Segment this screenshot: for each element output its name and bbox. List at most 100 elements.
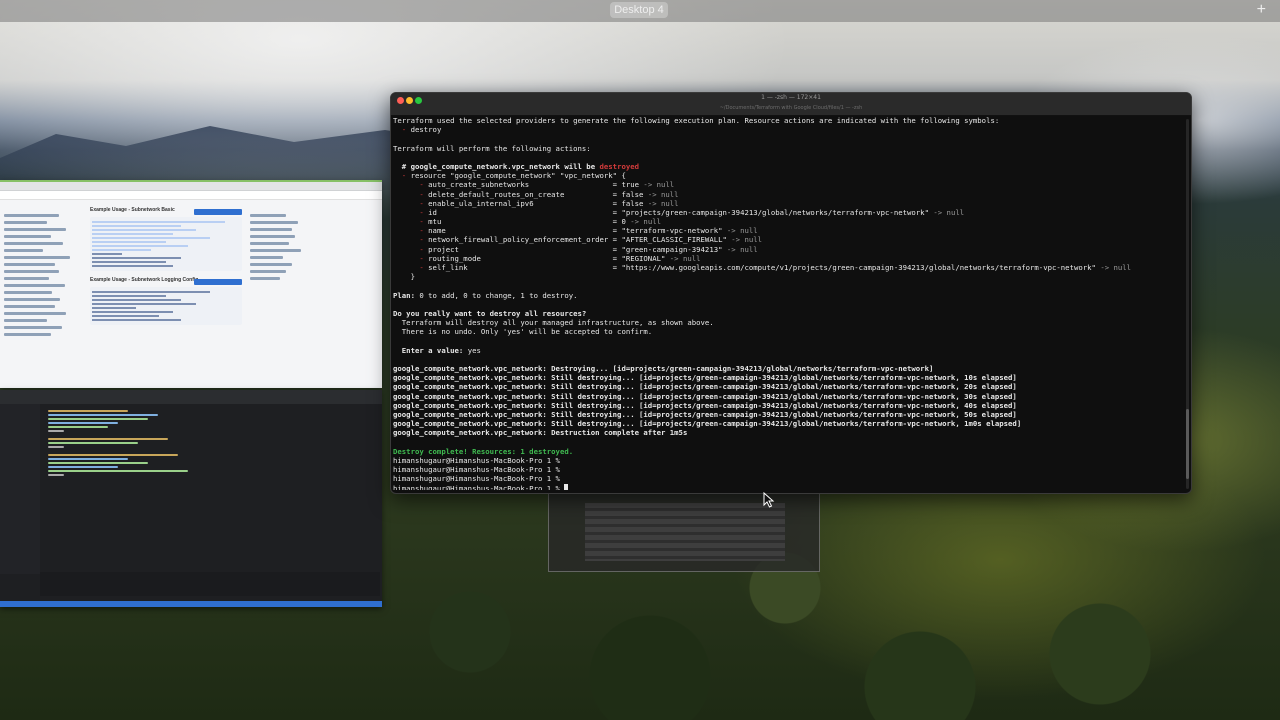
terminal-text: -> null	[647, 189, 679, 199]
editor-code-area[interactable]	[48, 408, 248, 478]
browser-window[interactable]: Example Usage - Subnetwork Basic Example…	[0, 180, 382, 388]
terminal-scroll-thumb[interactable]	[1186, 409, 1189, 479]
terminal-line: - network_firewall_policy_enforcement_or…	[393, 235, 1181, 244]
terminal-text: google_compute_network.vpc_network: Stil…	[393, 410, 1017, 419]
terminal-text: himanshugaur@Himanshus-MacBook-Pro 1 %	[393, 465, 560, 475]
terminal-text: enable_ula_internal_ipv6 = false	[428, 198, 648, 208]
terminal-line: google_compute_network.vpc_network: Stil…	[393, 382, 1181, 391]
terminal-line: Terraform will destroy all your managed …	[393, 318, 1181, 327]
terminal-scrollbar[interactable]	[1186, 119, 1189, 489]
terminal-text: self_link = "https://www.googleapis.com/…	[428, 263, 1101, 272]
terminal-text: yes	[463, 345, 481, 355]
wallpaper-trees	[380, 500, 1280, 720]
terminal-text: }	[393, 272, 415, 282]
terminal-line: There is no undo. Only 'yes' will be acc…	[393, 327, 1181, 336]
terminal-text: 0 to add, 0 to change, 1 to destroy.	[414, 290, 578, 300]
terminal-line: - routing_mode = "REGIONAL" -> null	[393, 254, 1181, 263]
terminal-text: network_firewall_policy_enforcement_orde…	[428, 235, 732, 245]
add-space-icon[interactable]: +	[1257, 0, 1266, 20]
terminal-text: Terraform will destroy all your managed …	[393, 318, 714, 328]
terminal-line: himanshugaur@Himanshus-MacBook-Pro 1 %	[393, 483, 1181, 491]
terminal-line: - name = "terraform-vpc-network" -> null	[393, 226, 1181, 235]
terminal-text: -	[419, 263, 429, 272]
browser-doc-content: Example Usage - Subnetwork Basic Example…	[90, 204, 242, 384]
terminal-line: google_compute_network.vpc_network: Dest…	[393, 428, 1181, 437]
terminal-line: - delete_default_routes_on_create = fals…	[393, 190, 1181, 199]
terminal-text: delete_default_routes_on_create = false	[428, 189, 648, 199]
terminal-line: - enable_ula_internal_ipv6 = false -> nu…	[393, 199, 1181, 208]
terminal-text: Terraform will perform the following act…	[393, 143, 591, 153]
terminal-line: Terraform will perform the following act…	[393, 144, 1181, 153]
terminal-cursor	[564, 483, 569, 490]
terminal-line: }	[393, 272, 1181, 281]
terminal-text: -	[419, 244, 429, 254]
terminal-line: Do you really want to destroy all resour…	[393, 309, 1181, 318]
terminal-text: mtu = 0	[428, 217, 631, 227]
browser-doc-toc	[250, 210, 310, 330]
terminal-text: Plan:	[393, 290, 415, 300]
terminal-output[interactable]: Terraform used the selected providers to…	[393, 116, 1181, 490]
terminal-line: - destroy	[393, 125, 1181, 134]
terminal-text: name = "terraform-vpc-network"	[428, 226, 727, 236]
desktop-space-label[interactable]: Desktop 4	[610, 2, 668, 18]
terminal-text: -> null	[630, 217, 662, 227]
terminal-title: 1 — -zsh — 172×41	[761, 94, 821, 101]
background-window[interactable]	[548, 492, 820, 572]
terminal-text: google_compute_network.vpc_network: Dest…	[393, 428, 688, 438]
terminal-text: -> null	[726, 244, 758, 254]
terminal-text: google_compute_network.vpc_network: Stil…	[393, 373, 1017, 383]
editor-terminal-panel[interactable]	[40, 572, 380, 596]
mission-control-spaces-bar: Desktop 4 +	[0, 0, 1280, 22]
terminal-text: Enter a value:	[393, 345, 464, 355]
terminal-text: Do you really want to destroy all resour…	[393, 308, 587, 318]
terminal-line: - resource "google_compute_network" "vpc…	[393, 171, 1181, 180]
terminal-window[interactable]: 1 — -zsh — 172×41 ~/Documents/Terraform …	[390, 92, 1192, 494]
terminal-text: google_compute_network.vpc_network: Dest…	[393, 364, 934, 374]
background-window-content	[585, 503, 785, 561]
terminal-line: himanshugaur@Himanshus-MacBook-Pro 1 %	[393, 456, 1181, 465]
terminal-line: - auto_create_subnetworks = true -> null	[393, 180, 1181, 189]
terminal-text: destroy	[410, 125, 442, 135]
terminal-text: -	[401, 125, 411, 135]
terminal-text: resource "google_compute_network" "vpc_n…	[410, 171, 626, 181]
terminal-line: - mtu = 0 -> null	[393, 217, 1181, 226]
terminal-text: destroyed	[599, 161, 640, 171]
terminal-text: will be	[559, 161, 600, 171]
browser-doc-sidebar	[4, 210, 82, 385]
terminal-text: There is no undo. Only 'yes' will be acc…	[393, 327, 653, 337]
open-in-cloud-shell-button[interactable]	[194, 209, 242, 215]
terminal-text: project = "green-campaign-394213"	[428, 244, 727, 254]
terminal-line: - project = "green-campaign-394213" -> n…	[393, 245, 1181, 254]
editor-tab-bar[interactable]	[0, 390, 382, 404]
terminal-text: -	[419, 217, 429, 227]
terminal-line: Terraform used the selected providers to…	[393, 116, 1181, 125]
terminal-line: - self_link = "https://www.googleapis.co…	[393, 263, 1181, 272]
terminal-text: -	[419, 253, 429, 263]
code-sample-logging	[90, 287, 242, 325]
browser-tab-strip[interactable]	[0, 182, 382, 191]
editor-file-explorer[interactable]	[0, 404, 40, 574]
terminal-titlebar[interactable]: 1 — -zsh — 172×41 ~/Documents/Terraform …	[391, 93, 1191, 116]
editor-status-bar	[0, 601, 382, 607]
terminal-text: himanshugaur@Himanshus-MacBook-Pro 1 %	[393, 483, 565, 491]
terminal-line: Plan: 0 to add, 0 to change, 1 to destro…	[393, 291, 1181, 300]
terminal-line: google_compute_network.vpc_network: Dest…	[393, 364, 1181, 373]
open-in-cloud-shell-button-2[interactable]	[194, 279, 242, 285]
code-editor-window[interactable]	[0, 390, 382, 607]
terminal-text: # google_compute_network.vpc_network	[393, 161, 560, 171]
browser-url-bar[interactable]	[0, 191, 382, 200]
terminal-text: google_compute_network.vpc_network: Stil…	[393, 400, 1017, 410]
terminal-line: google_compute_network.vpc_network: Stil…	[393, 419, 1181, 428]
